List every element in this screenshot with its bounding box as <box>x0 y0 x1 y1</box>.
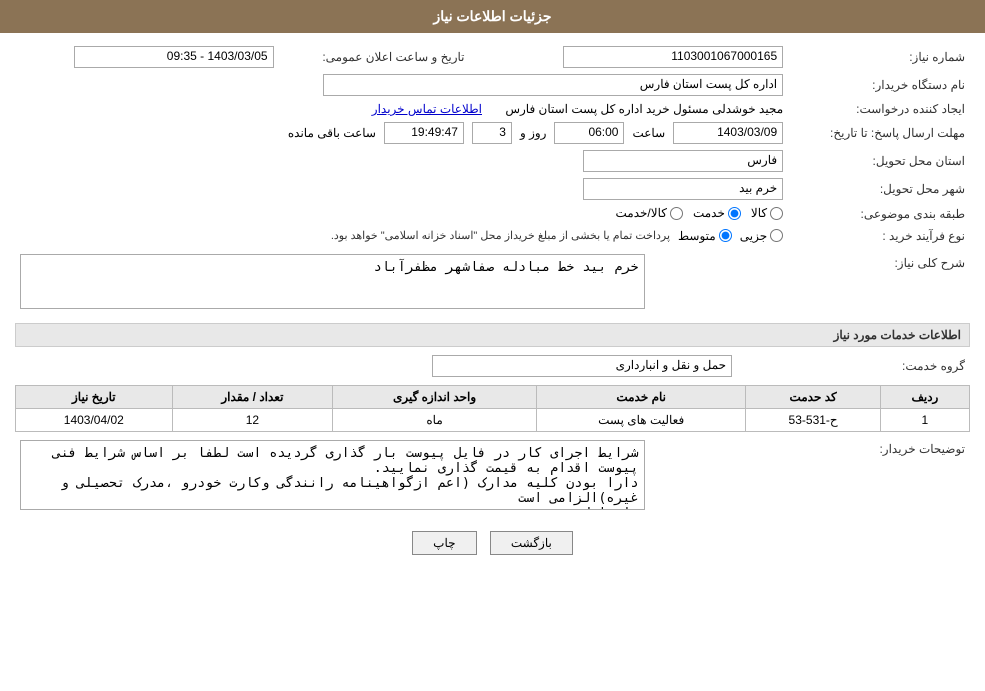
reply-time-value: 06:00 <box>554 122 624 144</box>
category-option-both: کالا/خدمت <box>615 206 682 220</box>
description-label: شرح کلی نیاز: <box>650 251 970 315</box>
reply-time-label: ساعت <box>632 126 665 140</box>
purchase-type-partial-label: جزیی <box>740 229 767 243</box>
col-date: تاریخ نیاز <box>16 385 173 408</box>
buyer-org-label: نام دستگاه خریدار: <box>788 71 970 99</box>
col-name: نام خدمت <box>536 385 746 408</box>
reply-deadline-label: مهلت ارسال پاسخ: تا تاریخ: <box>788 119 970 147</box>
button-bar: بازگشت چاپ <box>15 531 970 555</box>
creator-label: ایجاد کننده درخواست: <box>788 99 970 119</box>
description-textarea[interactable] <box>20 254 645 309</box>
need-number-value: 1103001067000165 <box>563 46 783 68</box>
category-radio-both[interactable] <box>670 207 683 220</box>
purchase-type-radio-medium[interactable] <box>719 229 732 242</box>
category-option-goods: کالا <box>751 206 783 220</box>
cell-date: 1403/04/02 <box>16 408 173 431</box>
buyer-notes-label: توضیحات خریدار: <box>650 437 970 516</box>
category-radio-goods[interactable] <box>770 207 783 220</box>
page-header: جزئیات اطلاعات نیاز <box>0 0 985 33</box>
description-table: شرح کلی نیاز: <box>15 251 970 315</box>
page-title: جزئیات اطلاعات نیاز <box>433 8 551 24</box>
category-label: طبقه بندی موضوعی: <box>788 203 970 226</box>
purchase-type-row: جزیی متوسط پرداخت تمام یا بخشی از مبلغ خ… <box>20 229 783 243</box>
buyer-notes-textarea[interactable] <box>20 440 645 510</box>
purchase-type-note: پرداخت تمام یا بخشی از مبلغ خریداز محل "… <box>331 229 670 242</box>
need-number-label: شماره نیاز: <box>788 43 970 71</box>
reply-date-value: 1403/03/09 <box>673 122 783 144</box>
print-button[interactable]: چاپ <box>412 531 476 555</box>
purchase-type-partial: جزیی <box>740 229 783 243</box>
province-value: فارس <box>583 150 783 172</box>
services-table: ردیف کد حدمت نام خدمت واحد اندازه گیری ت… <box>15 385 970 432</box>
buyer-org-value: اداره کل پست استان فارس <box>323 74 783 96</box>
cell-name: فعالیت های پست <box>536 408 746 431</box>
purchase-type-radio-partial[interactable] <box>770 229 783 242</box>
purchase-type-medium: متوسط <box>678 229 732 243</box>
content-area: شماره نیاز: 1103001067000165 تاریخ و ساع… <box>0 33 985 575</box>
reply-remaining-value: 19:49:47 <box>384 122 464 144</box>
col-quantity: تعداد / مقدار <box>172 385 333 408</box>
reply-days-value: 3 <box>472 122 512 144</box>
cell-row: 1 <box>880 408 969 431</box>
service-group-table: گروه خدمت: حمل و نقل و انبارداری <box>15 352 970 380</box>
city-value: خرم بید <box>583 178 783 200</box>
reply-days-label: روز و <box>520 126 547 140</box>
category-radio-service[interactable] <box>728 207 741 220</box>
col-code: کد حدمت <box>746 385 880 408</box>
announce-datetime-label: تاریخ و ساعت اعلان عمومی: <box>279 43 470 71</box>
cell-quantity: 12 <box>172 408 333 431</box>
creator-value: مجید خوشدلی مسئول خرید اداره کل پست استا… <box>505 102 783 116</box>
reply-deadline-row: 1403/03/09 ساعت 06:00 روز و 3 19:49:47 س… <box>20 122 783 144</box>
service-group-label: گروه خدمت: <box>737 352 970 380</box>
col-unit: واحد اندازه گیری <box>333 385 537 408</box>
back-button[interactable]: بازگشت <box>490 531 573 555</box>
table-row: 1ح-531-53فعالیت های پستماه121403/04/02 <box>16 408 970 431</box>
category-goods-label: کالا <box>751 206 767 220</box>
category-both-label: کالا/خدمت <box>615 206 666 220</box>
city-label: شهر محل تحویل: <box>788 175 970 203</box>
purchase-type-medium-label: متوسط <box>678 229 716 243</box>
contact-link[interactable]: اطلاعات تماس خریدار <box>372 102 482 116</box>
category-service-label: خدمت <box>693 206 725 220</box>
service-group-value: حمل و نقل و انبارداری <box>432 355 732 377</box>
services-section-title: اطلاعات خدمات مورد نیاز <box>15 323 970 347</box>
reply-remaining-label: ساعت باقی مانده <box>288 126 376 140</box>
cell-code: ح-531-53 <box>746 408 880 431</box>
announce-datetime-value: 1403/03/05 - 09:35 <box>74 46 274 68</box>
col-row: ردیف <box>880 385 969 408</box>
province-label: استان محل تحویل: <box>788 147 970 175</box>
purchase-type-label: نوع فرآیند خرید : <box>788 226 970 246</box>
basic-info-table: شماره نیاز: 1103001067000165 تاریخ و ساع… <box>15 43 970 246</box>
cell-unit: ماه <box>333 408 537 431</box>
buyer-notes-table: توضیحات خریدار: <box>15 437 970 516</box>
category-radio-group: کالا خدمت کالا/خدمت <box>615 206 783 220</box>
category-option-service: خدمت <box>693 206 741 220</box>
